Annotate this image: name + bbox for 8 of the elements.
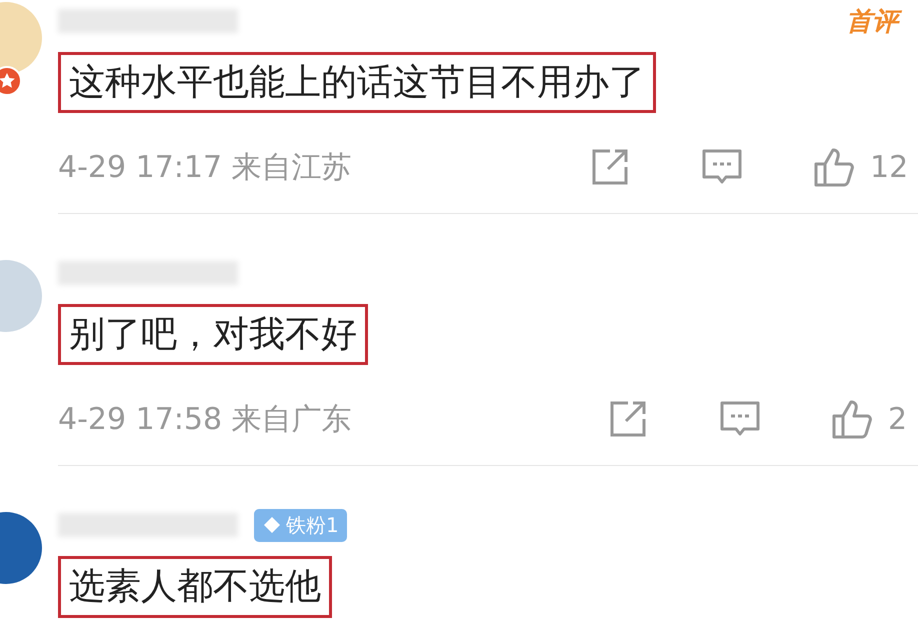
comment-time: 4-29 17:17 来自江苏 — [58, 148, 353, 187]
like-count: 12 — [870, 150, 908, 185]
comment-time: 4-29 17:58 来自广东 — [58, 400, 353, 439]
comment-text: 这种水平也能上的话这节目不用办了 — [58, 52, 656, 114]
comment-text: 别了吧，对我不好 — [58, 304, 368, 366]
like-count: 2 — [888, 402, 908, 437]
comment-text: 选素人都不选他 — [58, 556, 332, 618]
fan-badge: 铁粉1 — [254, 508, 347, 542]
